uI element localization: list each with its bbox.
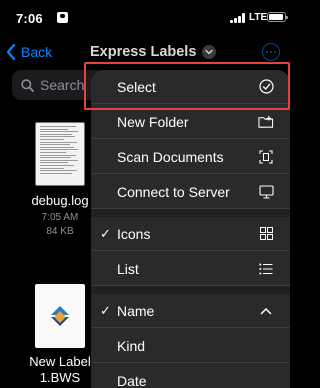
menu-item-label: Icons [117, 225, 151, 242]
chevron-up-icon [258, 303, 274, 319]
chevron-down-icon [202, 45, 217, 59]
menu-item-new-folder[interactable]: New Folder [91, 105, 290, 139]
status-time: 7:06 [16, 11, 43, 26]
battery-icon [267, 12, 288, 22]
display-icon [258, 184, 274, 200]
menu-item-icons[interactable]: ✓ Icons [91, 217, 290, 251]
folder-plus-icon [258, 114, 274, 130]
id-card-icon [57, 12, 68, 23]
bws-file-thumbnail[interactable] [35, 284, 85, 348]
menu-item-list[interactable]: List [91, 252, 290, 286]
menu-item-label: Scan Documents [117, 148, 224, 165]
menu-section-divider [91, 286, 290, 294]
menu-item-label: List [117, 260, 139, 277]
menu-item-connect-to-server[interactable]: Connect to Server [91, 175, 290, 209]
checkmark-icon: ✓ [100, 225, 111, 241]
menu-item-label: New Folder [117, 113, 189, 130]
options-menu: Select New Folder Scan Documents Connect… [91, 70, 290, 388]
grid-icon [258, 226, 274, 242]
folder-title[interactable]: Express Labels [90, 42, 217, 62]
back-label: Back [21, 44, 53, 60]
search-placeholder: Search [40, 77, 85, 93]
files-app-screen: 7:06 LTE Back Express Labels Search debu… [0, 0, 295, 388]
menu-item-kind[interactable]: Kind [91, 329, 290, 363]
menu-item-label: Kind [117, 337, 146, 354]
menu-item-label: Date [117, 372, 147, 388]
chevron-left-icon [6, 44, 16, 60]
list-icon [258, 261, 274, 277]
debug-log-thumbnail[interactable] [35, 122, 85, 186]
select-highlight-box [84, 62, 290, 110]
menu-item-label: Connect to Server [117, 183, 230, 200]
more-options-button[interactable] [262, 43, 280, 61]
p-touch-editor-icon [51, 306, 69, 326]
search-icon [21, 78, 34, 92]
network-type: LTE [249, 12, 268, 23]
menu-section-divider [91, 209, 290, 217]
menu-item-scan-documents[interactable]: Scan Documents [91, 140, 290, 174]
menu-item-name[interactable]: ✓ Name [91, 294, 290, 328]
document-scanner-icon [258, 149, 274, 165]
checkmark-icon: ✓ [100, 302, 111, 318]
menu-item-date[interactable]: Date [91, 364, 290, 388]
signal-strength-icon [230, 13, 246, 23]
menu-item-label: Name [117, 302, 155, 319]
page-title: Express Labels [90, 44, 197, 60]
back-button[interactable]: Back [6, 42, 52, 62]
